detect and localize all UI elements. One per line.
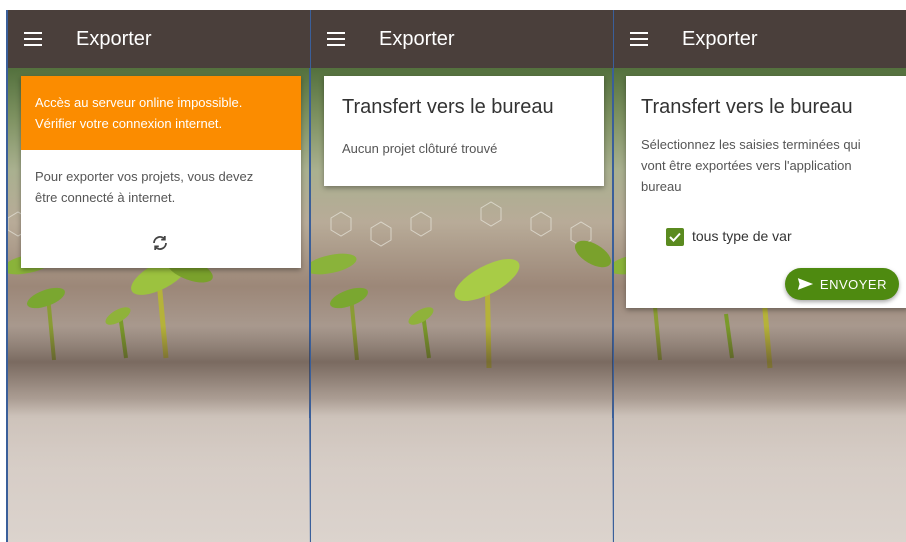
empty-message: Aucun projet clôturé trouvé (342, 141, 498, 156)
app-bar-title: Exporter (682, 28, 758, 50)
transfer-card: Transfert vers le bureau Aucun projet cl… (324, 76, 604, 186)
app-bar-title: Exporter (76, 28, 152, 50)
app-bar: Exporter (311, 10, 613, 68)
desc-line-3: bureau (641, 179, 682, 194)
card-title: Transfert vers le bureau (641, 96, 853, 118)
blurred-ground (311, 418, 613, 542)
offline-line-1: Pour exporter vos projets, vous devez (35, 169, 254, 184)
send-button-label: ENVOYER (819, 276, 887, 292)
card-title: Transfert vers le bureau (342, 96, 554, 118)
soil-strip (8, 326, 310, 416)
checkbox-label[interactable]: tous type de var (692, 228, 792, 244)
menu-icon[interactable] (327, 32, 345, 46)
soil-strip (614, 326, 906, 416)
blurred-ground (8, 418, 310, 542)
select-card: Transfert vers le bureau Sélectionnez le… (626, 76, 906, 308)
phone-screen-select: Exporter Transfert vers le bureau Sélect… (612, 10, 906, 542)
desc-line-1: Sélectionnez les saisies terminées qui (641, 137, 861, 152)
refresh-icon[interactable] (151, 234, 169, 252)
offline-message: Pour exporter vos projets, vous devez êt… (21, 150, 301, 208)
error-line-1: Accès au serveur online impossible. (35, 95, 243, 110)
phone-screen-offline: Exporter Accès au serveur online impossi… (6, 10, 312, 542)
desc-line-2: vont être exportées vers l'application (641, 158, 852, 173)
send-button[interactable]: ENVOYER (785, 268, 899, 300)
app-bar-title: Exporter (379, 28, 455, 50)
soil-strip (311, 326, 613, 416)
card-description: Sélectionnez les saisies terminées qui v… (641, 134, 903, 197)
select-all-checkbox[interactable] (666, 228, 684, 246)
offline-line-2: être connecté à internet. (35, 190, 176, 205)
menu-icon[interactable] (630, 32, 648, 46)
send-icon (797, 278, 814, 290)
offline-card: Accès au serveur online impossible. Véri… (21, 76, 301, 268)
menu-icon[interactable] (24, 32, 42, 46)
phone-screen-empty: Exporter Transfert vers le bureau Aucun … (309, 10, 615, 542)
check-icon (669, 232, 681, 242)
error-line-2: Vérifier votre connexion internet. (35, 116, 223, 131)
app-bar: Exporter (8, 10, 310, 68)
blurred-ground (614, 418, 906, 542)
app-bar: Exporter (614, 10, 906, 68)
error-banner: Accès au serveur online impossible. Véri… (21, 76, 301, 150)
